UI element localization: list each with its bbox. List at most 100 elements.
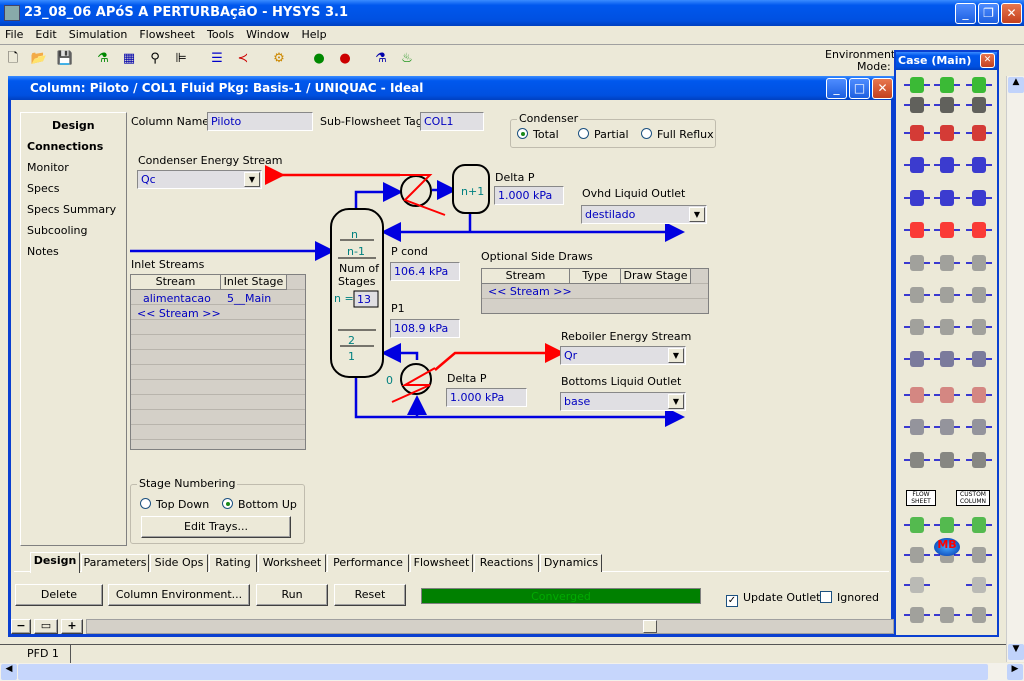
main-horizontal-scrollbar[interactable]: ◀ ▶ [0,663,1024,681]
compressor-icon[interactable] [904,314,930,340]
adjust-icon[interactable] [904,542,930,568]
valve-icon[interactable] [934,185,960,211]
ignored-checkbox[interactable]: Ignored [820,591,879,604]
mixer-icon[interactable] [904,152,930,178]
tab-design[interactable]: Design [30,552,80,573]
splitter-icon[interactable] [966,414,992,440]
scroll-right-button[interactable]: ▶ [1007,664,1023,680]
edit-trays-button[interactable]: Edit Trays... [141,516,291,538]
main-vertical-scrollbar[interactable]: ▲ ▼ [1006,76,1024,662]
pfd-horizontal-scrollbar[interactable] [86,619,894,634]
column-icon[interactable] [904,346,930,372]
tab-flowsheet[interactable]: Flowsheet [410,554,473,572]
close-button[interactable]: ✕ [1001,3,1022,24]
bottoms-liquid-select[interactable]: base ▼ [560,392,686,411]
reset-button[interactable]: Reset [334,584,406,606]
update-outlets-checkbox[interactable]: ✓ Update Outlets [726,591,826,607]
compressor-icon[interactable] [966,250,992,276]
chevron-down-icon[interactable]: ▼ [668,348,684,363]
tank-icon[interactable] [934,414,960,440]
tab-rating[interactable]: Rating [209,554,257,572]
separator-icon[interactable] [966,185,992,211]
compressor-icon[interactable] [934,282,960,308]
mixer-icon[interactable] [966,92,992,118]
custom-column-button[interactable]: CUSTOM COLUMN [956,490,990,506]
chevron-down-icon[interactable]: ▼ [689,207,705,222]
reactor-icon[interactable] [934,346,960,372]
tee-icon[interactable] [904,185,930,211]
num-stages-input[interactable]: 13 [357,293,371,306]
qr-stream[interactable] [434,343,565,371]
scroll-thumb[interactable] [643,620,657,633]
tee-icon[interactable] [934,152,960,178]
column-icon[interactable] [934,314,960,340]
tee-icon[interactable] [966,120,992,146]
reboiler-icon[interactable] [391,363,436,403]
chevron-down-icon[interactable]: ▼ [668,394,684,409]
reactor-icon[interactable] [966,314,992,340]
cooler-icon[interactable] [904,92,930,118]
exchanger-icon[interactable] [904,414,930,440]
recycle-icon[interactable] [904,512,930,538]
delta-p-bot-input[interactable]: 1.000 kPa [446,388,527,407]
zoom-in-button[interactable]: + [61,619,83,634]
tab-dynamics[interactable]: Dynamics [540,554,602,572]
recycle-icon[interactable] [966,447,992,473]
exchanger-icon[interactable] [934,382,960,408]
tab-parameters[interactable]: Parameters [81,554,149,572]
restore-button[interactable]: ❐ [978,3,999,24]
condenser-icon[interactable] [390,174,446,216]
reactor-icon[interactable] [904,382,930,408]
valve-icon[interactable] [966,152,992,178]
set-icon[interactable] [904,572,930,598]
column-environment-button[interactable]: Column Environment... [108,584,250,606]
spreadsheet-icon[interactable] [904,602,930,628]
tank-icon[interactable] [966,382,992,408]
pump-icon[interactable] [934,250,960,276]
mass-balance-icon[interactable]: MB [934,538,960,556]
run-button[interactable]: Run [256,584,328,606]
exchanger-icon[interactable] [966,346,992,372]
column-icon[interactable] [966,282,992,308]
palette-close-button[interactable]: ✕ [980,53,995,68]
tab-performance[interactable]: Performance [327,554,409,572]
vapour-stream[interactable] [354,182,403,208]
set-icon[interactable] [966,512,992,538]
bottom-up-radio[interactable]: Bottom Up [222,498,297,511]
reboiler-energy-select[interactable]: Qr ▼ [560,346,686,365]
tab-pfd-1[interactable]: PFD 1 [13,645,71,663]
pcond-input[interactable]: 106.4 kPa [390,262,460,281]
separator-icon[interactable] [904,250,930,276]
tab-reactions[interactable]: Reactions [474,554,539,572]
boilup-stream[interactable] [381,343,419,363]
pump-icon[interactable] [904,282,930,308]
mixer-icon[interactable] [934,120,960,146]
delete-button[interactable]: Delete [15,584,103,606]
tab-side-ops[interactable]: Side Ops [150,554,208,572]
delta-p-top-input[interactable]: 1.000 kPa [494,186,564,205]
heater-icon[interactable] [904,120,930,146]
tab-worksheet[interactable]: Worksheet [258,554,326,572]
scroll-left-button[interactable]: ◀ [1,664,17,680]
zoom-fit-button[interactable]: ▭ [34,619,58,634]
adjust-icon[interactable] [934,512,960,538]
ovhd-liquid-select[interactable]: destilado ▼ [581,205,707,224]
heater-icon[interactable] [934,92,960,118]
pump-icon[interactable] [966,217,992,243]
scroll-h-thumb[interactable] [18,664,988,680]
valve-icon[interactable] [904,217,930,243]
top-down-radio[interactable]: Top Down [140,498,209,511]
scroll-up-button[interactable]: ▲ [1008,77,1024,93]
p1-input[interactable]: 108.9 kPa [390,319,460,338]
splitter-icon[interactable] [934,447,960,473]
flowsheet-button[interactable]: FLOW SHEET [906,490,936,506]
side-new-stream[interactable]: << Stream >> [488,285,572,298]
tank-icon[interactable] [904,447,930,473]
spreadsheet-icon[interactable] [966,542,992,568]
scroll-down-button[interactable]: ▼ [1008,644,1024,660]
cooler-icon[interactable] [966,602,992,628]
material-stream-icon[interactable] [934,602,960,628]
material-stream-icon[interactable] [966,572,992,598]
zoom-out-button[interactable]: − [11,619,31,634]
minimize-button[interactable]: _ [955,3,976,24]
